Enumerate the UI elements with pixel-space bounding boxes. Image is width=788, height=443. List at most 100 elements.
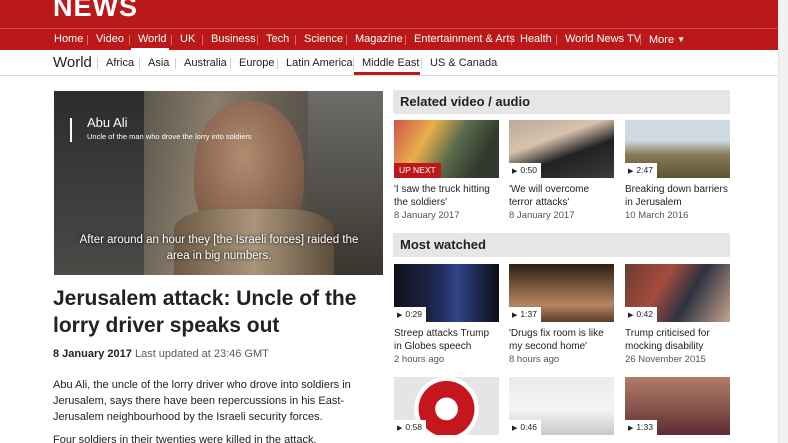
subnav-separator — [353, 58, 354, 69]
play-icon: ▶ — [628, 168, 634, 175]
video-duration-badge: ▶ 0:42 — [625, 307, 657, 322]
play-icon: ▶ — [512, 168, 518, 175]
video-card-date: 8 January 2017 — [509, 210, 575, 221]
video-card-title[interactable]: 'I saw the truck hitting the soldiers' — [394, 183, 499, 209]
nav-separator — [87, 35, 88, 45]
video-duration: 0:29 — [405, 309, 422, 319]
play-icon: ▶ — [628, 312, 634, 319]
video-card-date: 2 hours ago — [394, 354, 445, 365]
video-duration: 0:58 — [405, 422, 422, 432]
story-paragraph: Four soldiers in their twenties were kil… — [53, 434, 317, 443]
bbc-news-logo[interactable]: NEWS — [53, 0, 138, 23]
video-thumbnail[interactable]: ▶ 0:42 — [625, 264, 730, 322]
most-watched-card[interactable]: ▶ 0:29 Streep attacks Trump in Globes spe… — [394, 264, 499, 365]
story-introduction: Abu Ali, the uncle of the lorry driver w… — [53, 379, 351, 423]
subnav-separator — [175, 58, 176, 69]
video-duration-badge: ▶ 1:37 — [509, 307, 541, 322]
related-video-card[interactable]: UP NEXT 'I saw the truck hitting the sol… — [394, 120, 499, 221]
video-thumbnail[interactable]: ▶ 1:33 — [625, 377, 730, 435]
nav-home[interactable]: Home — [54, 29, 83, 51]
video-card-title[interactable]: 'Drugs fix room is like my second home' — [509, 327, 614, 353]
video-thumbnail[interactable]: ▶ 0:46 — [509, 377, 614, 435]
subnav-europe[interactable]: Europe — [239, 57, 274, 69]
video-player[interactable]: Abu Ali Uncle of the man who drove the l… — [54, 91, 383, 275]
nav-video[interactable]: Video — [96, 29, 124, 51]
story-date: 8 January 2017 — [53, 348, 132, 360]
video-card-title[interactable]: Streep attacks Trump in Globes speech — [394, 327, 499, 353]
nav-entertainment-arts[interactable]: Entertainment & Arts — [414, 29, 515, 51]
most-watched-card[interactable]: ▶ 1:37 'Drugs fix room is like my second … — [509, 264, 614, 365]
subnav-africa[interactable]: Africa — [106, 57, 134, 69]
subnav-separator — [277, 58, 278, 69]
nav-separator — [346, 35, 347, 45]
subnav-active-indicator — [354, 72, 420, 75]
video-duration-badge: ▶ 1:33 — [625, 420, 657, 435]
video-duration-badge: ▶ 0:46 — [509, 420, 541, 435]
nav-tech[interactable]: Tech — [266, 29, 289, 51]
nav-more[interactable]: More ▼ — [649, 29, 685, 51]
nav-science[interactable]: Science — [304, 29, 343, 51]
section-title[interactable]: World — [53, 54, 92, 71]
video-duration: 1:37 — [520, 309, 537, 319]
video-speaker-description: Uncle of the man who drove the lorry int… — [87, 132, 252, 141]
video-duration-badge: ▶ 0:29 — [394, 307, 426, 322]
video-card-title[interactable]: Trump criticised for mocking disability — [625, 327, 730, 353]
video-duration: 0:50 — [520, 165, 537, 175]
play-icon: ▶ — [397, 425, 403, 432]
subnav-separator — [421, 58, 422, 69]
play-icon: ▶ — [512, 425, 518, 432]
video-duration-badge: ▶ 0:50 — [509, 163, 541, 178]
subnav-asia[interactable]: Asia — [148, 57, 169, 69]
nav-magazine[interactable]: Magazine — [355, 29, 403, 51]
video-duration: 0:46 — [520, 422, 537, 432]
video-duration: 0:42 — [636, 309, 653, 319]
story-headline: Jerusalem attack: Uncle of the lorry dri… — [53, 287, 357, 337]
main-nav: Home Video World UK Business Tech Scienc… — [0, 28, 778, 51]
section-subnav: World Africa Asia Australia Europe Latin… — [0, 50, 778, 76]
subnav-latin-america[interactable]: Latin America — [286, 57, 353, 69]
video-thumbnail[interactable]: ▶ 0:50 — [509, 120, 614, 178]
story-dateline: 8 January 2017 Last updated at 23:46 GMT — [53, 348, 269, 360]
video-subtitle: After around an hour they [the Israeli f… — [79, 234, 359, 262]
lower-third-bar — [70, 118, 72, 142]
masthead: NEWS — [0, 0, 778, 28]
subnav-australia[interactable]: Australia — [184, 57, 227, 69]
most-watched-card[interactable]: ▶ 1:33 — [625, 377, 730, 435]
play-icon: ▶ — [628, 425, 634, 432]
subnav-separator — [230, 58, 231, 69]
nav-health[interactable]: Health — [520, 29, 552, 51]
video-thumbnail[interactable]: UP NEXT — [394, 120, 499, 178]
video-card-date: 10 March 2016 — [625, 210, 689, 221]
most-watched-card[interactable]: ▶ 0:42 Trump criticised for mocking disab… — [625, 264, 730, 365]
nav-uk[interactable]: UK — [180, 29, 195, 51]
video-card-date: 8 January 2017 — [394, 210, 460, 221]
nav-separator — [511, 35, 512, 45]
video-card-date: 8 hours ago — [509, 354, 560, 365]
video-duration: 2:47 — [636, 165, 653, 175]
most-watched-card[interactable]: ▶ 0:46 — [509, 377, 614, 435]
most-watched-card[interactable]: ▶ 0:58 — [394, 377, 499, 435]
subnav-middle-east[interactable]: Middle East — [362, 57, 419, 69]
video-thumbnail[interactable]: ▶ 0:29 — [394, 264, 499, 322]
most-watched-heading: Most watched — [393, 233, 730, 257]
video-card-title[interactable]: 'We will overcome terror attacks' — [509, 183, 614, 209]
page-scrollbar[interactable] — [778, 0, 788, 443]
related-video-card[interactable]: ▶ 0:50 'We will overcome terror attacks' … — [509, 120, 614, 221]
video-duration-badge: ▶ 0:58 — [394, 420, 426, 435]
nav-world-news-tv[interactable]: World News TV — [565, 29, 641, 51]
video-thumbnail[interactable]: ▶ 2:47 — [625, 120, 730, 178]
subnav-us-canada[interactable]: US & Canada — [430, 57, 497, 69]
nav-separator — [295, 35, 296, 45]
related-video-heading: Related video / audio — [393, 90, 730, 114]
video-thumbnail[interactable]: ▶ 0:58 — [394, 377, 499, 435]
nav-separator — [171, 35, 172, 45]
nav-business[interactable]: Business — [211, 29, 256, 51]
story-last-updated: Last updated at 23:46 GMT — [134, 348, 269, 360]
video-speaker-name: Abu Ali — [87, 115, 128, 130]
video-duration-badge: ▶ 2:47 — [625, 163, 657, 178]
video-card-title[interactable]: Breaking down barriers in Jerusalem — [625, 183, 730, 209]
video-thumbnail[interactable]: ▶ 1:37 — [509, 264, 614, 322]
play-icon: ▶ — [397, 312, 403, 319]
nav-separator — [257, 35, 258, 45]
related-video-card[interactable]: ▶ 2:47 Breaking down barriers in Jerusale… — [625, 120, 730, 221]
